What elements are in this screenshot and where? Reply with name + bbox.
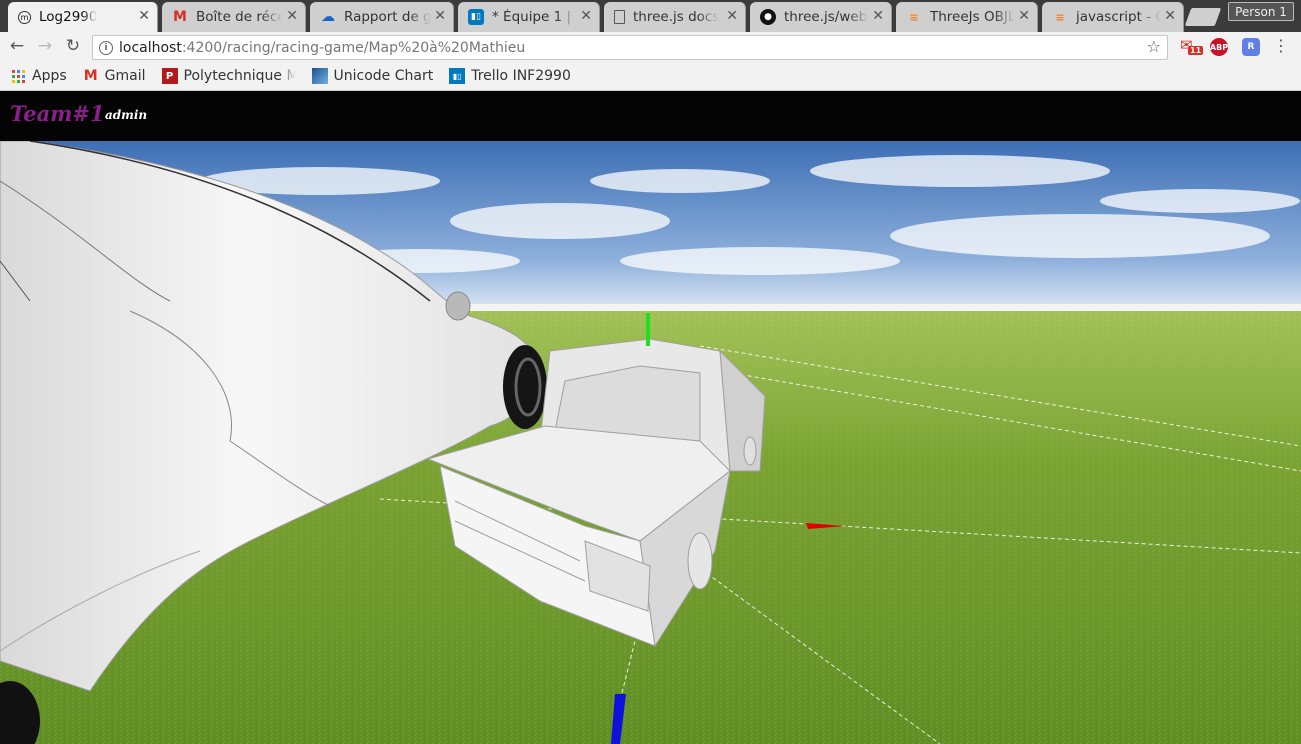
stackoverflow-icon: ≡ [1055, 10, 1065, 24]
reload-icon[interactable]: ↻ [62, 36, 84, 56]
close-tab-icon[interactable]: ✕ [1018, 8, 1030, 24]
tab-threejs-docs[interactable]: three.js docs ✕ [604, 2, 746, 32]
back-arrow-icon[interactable]: ← [6, 36, 28, 56]
tab-strip: m Log2990 ✕ M Boîte de réception ✕ ☁ Rap… [0, 0, 1301, 32]
address-host: localhost [119, 39, 182, 56]
close-tab-icon[interactable]: ✕ [1164, 8, 1176, 24]
bookmark-unicode[interactable]: Unicode Chart [311, 68, 433, 84]
game-canvas[interactable] [0, 141, 1301, 744]
bookmark-gmail[interactable]: M Gmail [83, 68, 146, 84]
tab-log2990[interactable]: m Log2990 ✕ [8, 2, 158, 32]
tab-gmail[interactable]: M Boîte de réception ✕ [162, 2, 306, 32]
tab-stackoverflow-1[interactable]: ≡ ThreeJs OBJLoader ✕ [896, 2, 1038, 32]
gmail-icon: M [83, 68, 98, 84]
unicode-icon [311, 68, 328, 84]
close-tab-icon[interactable]: ✕ [726, 8, 738, 24]
bookmarks-bar: Apps M Gmail P Polytechnique M Unicode C… [0, 62, 1301, 91]
apps-grid-icon [10, 68, 26, 84]
scene-render [0, 141, 1301, 744]
stackoverflow-icon: ≡ [909, 10, 919, 24]
browser-menu-icon[interactable]: ⋮ [1273, 36, 1289, 55]
gmail-icon: M [173, 9, 187, 25]
address-bar[interactable]: i localhost:4200/racing/racing-game/Map%… [92, 35, 1168, 60]
profile-button[interactable]: Person 1 [1228, 2, 1294, 21]
bookmark-trello[interactable]: ▮▯ Trello INF2990 [449, 68, 571, 84]
bookmark-star-icon[interactable]: ☆ [1147, 37, 1161, 56]
close-tab-icon[interactable]: ✕ [434, 8, 446, 24]
tab-trello[interactable]: ▮▯ * Équipe 1 | Trello ✕ [458, 2, 600, 32]
brand-logo[interactable]: Team#1 [10, 101, 105, 126]
close-tab-icon[interactable]: ✕ [286, 8, 298, 24]
log2990-favicon-icon: m [18, 10, 31, 24]
browser-toolbar: ← → ↻ i localhost:4200/racing/racing-gam… [0, 32, 1301, 62]
user-link[interactable]: admin [105, 108, 147, 122]
tab-github[interactable]: ● three.js/webgl ✕ [750, 2, 892, 32]
extension-r-icon[interactable]: R [1242, 38, 1260, 56]
close-tab-icon[interactable]: ✕ [580, 8, 592, 24]
github-icon: ● [760, 9, 776, 25]
gmail-checker-icon[interactable]: ✉ 11 [1180, 36, 1204, 56]
onedrive-icon: ☁ [321, 9, 335, 25]
trello-icon: ▮▯ [449, 68, 466, 84]
app-navbar: Team#1 admin [0, 91, 1301, 141]
site-info-icon[interactable]: i [99, 40, 113, 55]
close-tab-icon[interactable]: ✕ [872, 8, 884, 24]
trello-icon: ▮▯ [468, 9, 484, 25]
adblock-plus-icon[interactable]: ABP [1210, 38, 1228, 56]
forward-arrow-icon[interactable]: → [34, 36, 56, 56]
close-tab-icon[interactable]: ✕ [138, 8, 150, 24]
document-icon [614, 10, 625, 24]
address-path: :4200/racing/racing-game/Map%20à%20Mathi… [181, 39, 526, 56]
tab-stackoverflow-2[interactable]: ≡ javascript - OBJ ✕ [1042, 2, 1184, 32]
polytechnique-icon: P [161, 68, 178, 84]
tab-rapport[interactable]: ☁ Rapport de gestion ✕ [310, 2, 454, 32]
bookmark-apps[interactable]: Apps [10, 68, 67, 84]
mirror [445, 291, 471, 321]
new-tab-button[interactable] [1184, 8, 1222, 26]
bookmark-polytechnique[interactable]: P Polytechnique M [161, 68, 296, 84]
